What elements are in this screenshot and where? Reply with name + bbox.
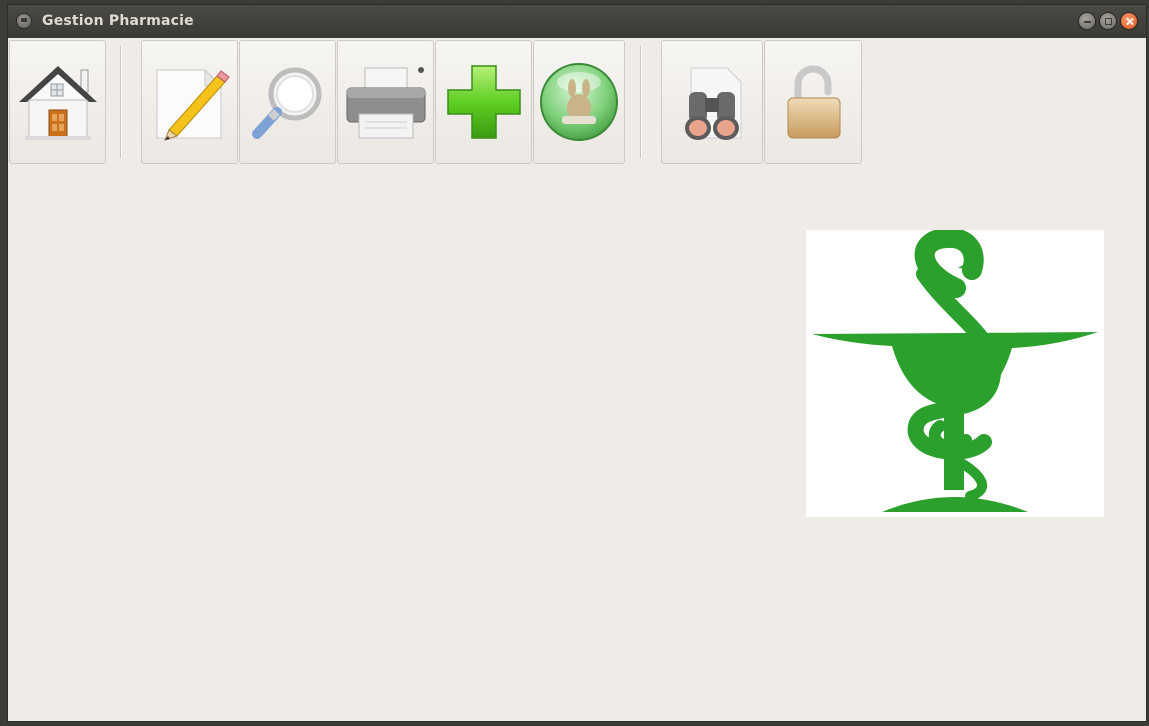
minimize-button[interactable] [1078,12,1096,30]
edit-button[interactable] [141,40,238,164]
binoculars-icon [685,67,742,140]
pencil-document-icon [156,68,230,141]
add-button[interactable] [435,40,532,164]
maximize-button[interactable] [1099,12,1117,30]
magnifier-icon [251,67,321,139]
app-button[interactable] [533,40,625,164]
house-icon [18,66,97,140]
window-menu-icon[interactable] [16,13,32,29]
padlock-icon [787,65,841,139]
title-bar[interactable]: Gestion Pharmacie [8,5,1146,38]
toolbar-separator [120,46,122,158]
window-controls [1078,12,1138,30]
print-button[interactable] [337,40,434,164]
printer-icon [346,67,425,139]
find-button[interactable] [661,40,763,164]
main-window: Gestion Pharmacie [7,4,1147,722]
toolbar [8,40,1146,166]
green-plus-icon [446,65,521,139]
pharmacy-logo [806,227,1104,517]
home-button[interactable] [9,40,106,164]
pharmacy-symbol-icon [812,227,1098,512]
lock-button[interactable] [764,40,862,164]
toolbar-separator [640,46,642,158]
close-button[interactable] [1120,12,1138,30]
green-orb-icon [540,63,618,141]
window-title: Gestion Pharmacie [42,13,194,29]
search-button[interactable] [239,40,336,164]
